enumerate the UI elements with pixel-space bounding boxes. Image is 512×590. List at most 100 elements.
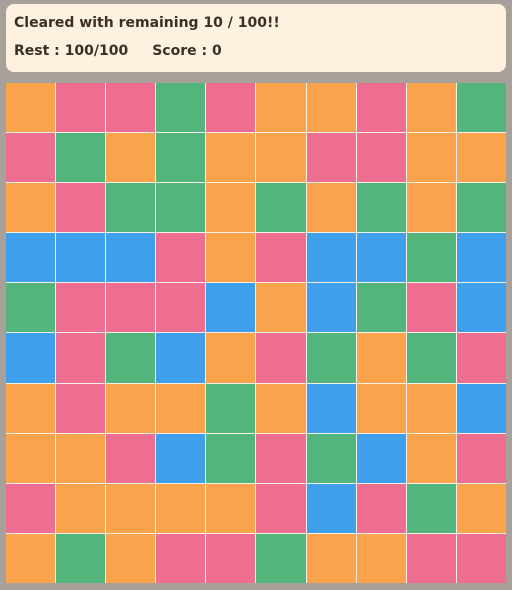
tile-pink[interactable] xyxy=(456,433,506,483)
tile-pink[interactable] xyxy=(106,83,156,133)
tile-green[interactable] xyxy=(356,283,406,333)
tile-orange[interactable] xyxy=(156,383,206,433)
tile-pink[interactable] xyxy=(456,333,506,383)
tile-green[interactable] xyxy=(106,333,156,383)
tile-orange[interactable] xyxy=(256,283,306,333)
tile-pink[interactable] xyxy=(156,533,206,583)
tile-pink[interactable] xyxy=(206,83,256,133)
tile-orange[interactable] xyxy=(306,533,356,583)
tile-blue[interactable] xyxy=(306,233,356,283)
tile-pink[interactable] xyxy=(356,483,406,533)
tile-orange[interactable] xyxy=(106,533,156,583)
tile-green[interactable] xyxy=(406,233,456,283)
tile-blue[interactable] xyxy=(206,283,256,333)
tile-blue[interactable] xyxy=(156,433,206,483)
tile-green[interactable] xyxy=(206,433,256,483)
tile-green[interactable] xyxy=(306,433,356,483)
tile-green[interactable] xyxy=(256,183,306,233)
tile-orange[interactable] xyxy=(6,383,56,433)
tile-pink[interactable] xyxy=(106,283,156,333)
tile-pink[interactable] xyxy=(56,333,106,383)
tile-orange[interactable] xyxy=(256,383,306,433)
tile-orange[interactable] xyxy=(356,333,406,383)
tile-green[interactable] xyxy=(106,183,156,233)
tile-orange[interactable] xyxy=(6,83,56,133)
tile-blue[interactable] xyxy=(156,333,206,383)
tile-blue[interactable] xyxy=(356,233,406,283)
tile-orange[interactable] xyxy=(406,183,456,233)
tile-pink[interactable] xyxy=(356,83,406,133)
tile-pink[interactable] xyxy=(56,183,106,233)
tile-pink[interactable] xyxy=(6,133,56,183)
tile-green[interactable] xyxy=(406,483,456,533)
tile-blue[interactable] xyxy=(306,283,356,333)
tile-green[interactable] xyxy=(456,183,506,233)
tile-green[interactable] xyxy=(406,333,456,383)
tile-orange[interactable] xyxy=(306,183,356,233)
tile-blue[interactable] xyxy=(456,383,506,433)
tile-orange[interactable] xyxy=(6,183,56,233)
tile-orange[interactable] xyxy=(456,483,506,533)
tile-blue[interactable] xyxy=(306,483,356,533)
tile-orange[interactable] xyxy=(106,483,156,533)
tile-green[interactable] xyxy=(156,83,206,133)
tile-pink[interactable] xyxy=(256,483,306,533)
tile-blue[interactable] xyxy=(6,333,56,383)
tile-orange[interactable] xyxy=(56,433,106,483)
tile-green[interactable] xyxy=(356,183,406,233)
tile-orange[interactable] xyxy=(206,483,256,533)
tile-pink[interactable] xyxy=(206,533,256,583)
tile-blue[interactable] xyxy=(56,233,106,283)
tile-pink[interactable] xyxy=(56,283,106,333)
tile-pink[interactable] xyxy=(256,233,306,283)
tile-pink[interactable] xyxy=(306,133,356,183)
tile-orange[interactable] xyxy=(206,333,256,383)
tile-pink[interactable] xyxy=(256,433,306,483)
tile-pink[interactable] xyxy=(56,83,106,133)
tile-pink[interactable] xyxy=(106,433,156,483)
tile-orange[interactable] xyxy=(306,83,356,133)
tile-pink[interactable] xyxy=(256,333,306,383)
tile-pink[interactable] xyxy=(406,533,456,583)
tile-pink[interactable] xyxy=(156,283,206,333)
tile-green[interactable] xyxy=(206,383,256,433)
tile-orange[interactable] xyxy=(406,133,456,183)
tile-green[interactable] xyxy=(6,283,56,333)
tile-blue[interactable] xyxy=(306,383,356,433)
tile-blue[interactable] xyxy=(6,233,56,283)
tile-green[interactable] xyxy=(156,133,206,183)
tile-blue[interactable] xyxy=(356,433,406,483)
tile-orange[interactable] xyxy=(256,133,306,183)
tile-orange[interactable] xyxy=(206,183,256,233)
tile-orange[interactable] xyxy=(56,483,106,533)
tile-pink[interactable] xyxy=(56,383,106,433)
tile-orange[interactable] xyxy=(406,383,456,433)
tile-pink[interactable] xyxy=(6,483,56,533)
tile-pink[interactable] xyxy=(456,533,506,583)
tile-orange[interactable] xyxy=(406,433,456,483)
tile-blue[interactable] xyxy=(456,283,506,333)
tile-green[interactable] xyxy=(56,133,106,183)
tile-orange[interactable] xyxy=(206,133,256,183)
tile-orange[interactable] xyxy=(456,133,506,183)
tile-orange[interactable] xyxy=(356,383,406,433)
tile-blue[interactable] xyxy=(106,233,156,283)
tile-pink[interactable] xyxy=(356,133,406,183)
tile-green[interactable] xyxy=(56,533,106,583)
tile-green[interactable] xyxy=(456,83,506,133)
tile-green[interactable] xyxy=(156,183,206,233)
tile-pink[interactable] xyxy=(406,283,456,333)
tile-orange[interactable] xyxy=(106,133,156,183)
tile-orange[interactable] xyxy=(6,433,56,483)
tile-orange[interactable] xyxy=(206,233,256,283)
tile-orange[interactable] xyxy=(6,533,56,583)
tile-orange[interactable] xyxy=(106,383,156,433)
tile-orange[interactable] xyxy=(156,483,206,533)
tile-green[interactable] xyxy=(306,333,356,383)
tile-orange[interactable] xyxy=(356,533,406,583)
tile-blue[interactable] xyxy=(456,233,506,283)
tile-pink[interactable] xyxy=(156,233,206,283)
tile-orange[interactable] xyxy=(256,83,306,133)
tile-green[interactable] xyxy=(256,533,306,583)
tile-orange[interactable] xyxy=(406,83,456,133)
